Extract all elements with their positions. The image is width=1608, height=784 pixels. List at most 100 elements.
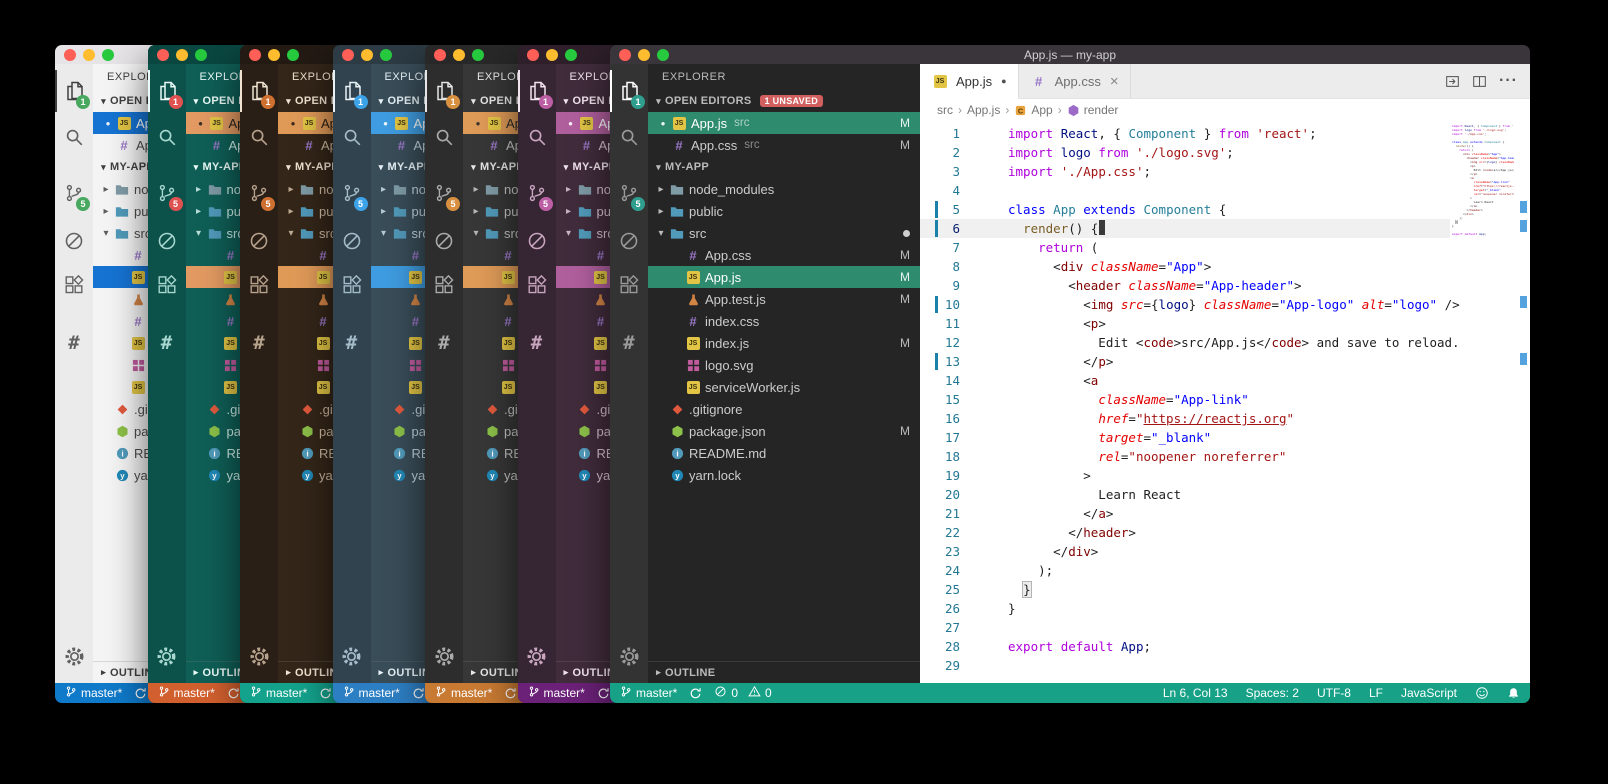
activity-source-control-icon[interactable]: 5	[610, 172, 648, 214]
code-line[interactable]: 16 href="https://reactjs.org"	[920, 409, 1450, 428]
status-item[interactable]: Spaces: 2	[1246, 686, 1299, 700]
git-branch-status[interactable]: master*	[158, 685, 215, 701]
code-line[interactable]: 2import logo from './logo.svg';	[920, 143, 1450, 162]
activity-explorer-icon[interactable]: 1	[518, 70, 556, 112]
tree-item[interactable]: ▸node_modules	[648, 178, 920, 200]
editor-tab[interactable]: #App.css×	[1019, 64, 1131, 98]
code-line[interactable]: 27	[920, 618, 1450, 637]
git-branch-status[interactable]: master*	[343, 685, 400, 701]
minimize-button[interactable]	[83, 49, 95, 61]
activity-search-icon[interactable]	[333, 116, 371, 158]
open-editors-header[interactable]: ▾OPEN EDITORS1 UNSAVED	[648, 90, 920, 112]
tree-item[interactable]: #App.cssM	[648, 244, 920, 266]
more-actions-icon[interactable]: ···	[1499, 72, 1518, 90]
close-button[interactable]	[342, 49, 354, 61]
tree-item[interactable]: .gitignore	[648, 398, 920, 420]
close-button[interactable]	[249, 49, 261, 61]
zoom-button[interactable]	[657, 49, 669, 61]
activity-source-control-icon[interactable]: 5	[148, 172, 186, 214]
activity-search-icon[interactable]	[518, 116, 556, 158]
split-editor-icon[interactable]	[1472, 74, 1487, 89]
sync-icon[interactable]	[689, 687, 702, 700]
settings-gear-icon[interactable]	[610, 635, 648, 677]
code-line[interactable]: 11 <p>	[920, 314, 1450, 333]
activity-search-icon[interactable]	[55, 116, 93, 158]
code-line[interactable]: 24 );	[920, 561, 1450, 580]
activity-debug-icon[interactable]	[610, 220, 648, 262]
code-line[interactable]: 3import './App.css';	[920, 162, 1450, 181]
code-line[interactable]: 23 </div>	[920, 542, 1450, 561]
activity-debug-icon[interactable]	[55, 220, 93, 262]
close-button[interactable]	[619, 49, 631, 61]
close-button[interactable]	[434, 49, 446, 61]
breadcrumb-item[interactable]: render	[1067, 103, 1119, 117]
code-line[interactable]: 14 <a	[920, 371, 1450, 390]
zoom-button[interactable]	[287, 49, 299, 61]
zoom-button[interactable]	[102, 49, 114, 61]
code-editor[interactable]: 1import React, { Component } from 'react…	[920, 121, 1530, 683]
code-line[interactable]: 9 <header className="App-header">	[920, 276, 1450, 295]
tree-item[interactable]: App.test.jsM	[648, 288, 920, 310]
settings-gear-icon[interactable]	[240, 635, 278, 677]
notifications-bell-icon[interactable]	[1507, 687, 1520, 700]
tree-item[interactable]: ▾src	[648, 222, 920, 244]
tree-item[interactable]: JSindex.jsM	[648, 332, 920, 354]
git-branch-status[interactable]: master*	[620, 685, 677, 701]
code-line[interactable]: 6 render() {	[920, 219, 1450, 238]
status-item[interactable]: UTF-8	[1317, 686, 1351, 700]
code-line[interactable]: 18 rel="noopener noreferrer"	[920, 447, 1450, 466]
activity-hash-icon[interactable]: #	[610, 322, 648, 364]
tree-item[interactable]: JSApp.jsM	[648, 266, 920, 288]
outline-section-header[interactable]: ▸OUTLINE	[648, 661, 920, 683]
activity-hash-icon[interactable]: #	[518, 322, 556, 364]
minimize-button[interactable]	[453, 49, 465, 61]
minimap[interactable]: import React, { Component } from 'react'…	[1452, 124, 1514, 240]
code-line[interactable]: 25 }	[920, 580, 1450, 599]
status-item[interactable]: JavaScript	[1401, 686, 1457, 700]
activity-extensions-icon[interactable]	[240, 264, 278, 306]
sync-icon[interactable]	[227, 687, 240, 700]
activity-hash-icon[interactable]: #	[333, 322, 371, 364]
code-line[interactable]: 5class App extends Component {	[920, 200, 1450, 219]
settings-gear-icon[interactable]	[55, 635, 93, 677]
code-line[interactable]: 15 className="App-link"	[920, 390, 1450, 409]
zoom-button[interactable]	[472, 49, 484, 61]
code-line[interactable]: 22 </header>	[920, 523, 1450, 542]
activity-extensions-icon[interactable]	[333, 264, 371, 306]
activity-extensions-icon[interactable]	[518, 264, 556, 306]
code-line[interactable]: 20 Learn React	[920, 485, 1450, 504]
close-button[interactable]	[64, 49, 76, 61]
feedback-smiley-icon[interactable]	[1475, 686, 1489, 700]
tree-item[interactable]: ▸public	[648, 200, 920, 222]
git-branch-status[interactable]: master*	[435, 685, 492, 701]
code-line[interactable]: 8 <div className="App">	[920, 257, 1450, 276]
settings-gear-icon[interactable]	[148, 635, 186, 677]
activity-extensions-icon[interactable]	[148, 264, 186, 306]
git-branch-status[interactable]: master*	[65, 685, 122, 701]
activity-hash-icon[interactable]: #	[148, 322, 186, 364]
activity-source-control-icon[interactable]: 5	[518, 172, 556, 214]
activity-hash-icon[interactable]: #	[425, 322, 463, 364]
status-item[interactable]: LF	[1369, 686, 1383, 700]
breadcrumb-item[interactable]: src	[937, 103, 953, 117]
tree-item[interactable]: iREADME.md	[648, 442, 920, 464]
activity-explorer-icon[interactable]: 1	[425, 70, 463, 112]
activity-debug-icon[interactable]	[518, 220, 556, 262]
git-branch-status[interactable]: master*	[528, 685, 585, 701]
code-line[interactable]: 17 target="_blank"	[920, 428, 1450, 447]
settings-gear-icon[interactable]	[425, 635, 463, 677]
code-line[interactable]: 13 </p>	[920, 352, 1450, 371]
activity-search-icon[interactable]	[425, 116, 463, 158]
git-branch-status[interactable]: master*	[250, 685, 307, 701]
zoom-button[interactable]	[195, 49, 207, 61]
activity-explorer-icon[interactable]: 1	[148, 70, 186, 112]
tree-item[interactable]: yyarn.lock	[648, 464, 920, 486]
activity-hash-icon[interactable]: #	[55, 322, 93, 364]
zoom-button[interactable]	[565, 49, 577, 61]
breadcrumb-item[interactable]: CApp	[1014, 103, 1052, 117]
sync-icon[interactable]	[319, 687, 332, 700]
code-line[interactable]: 10 <img src={logo} className="App-logo" …	[920, 295, 1450, 314]
minimize-button[interactable]	[176, 49, 188, 61]
activity-extensions-icon[interactable]	[55, 264, 93, 306]
activity-explorer-icon[interactable]: 1	[610, 70, 648, 112]
